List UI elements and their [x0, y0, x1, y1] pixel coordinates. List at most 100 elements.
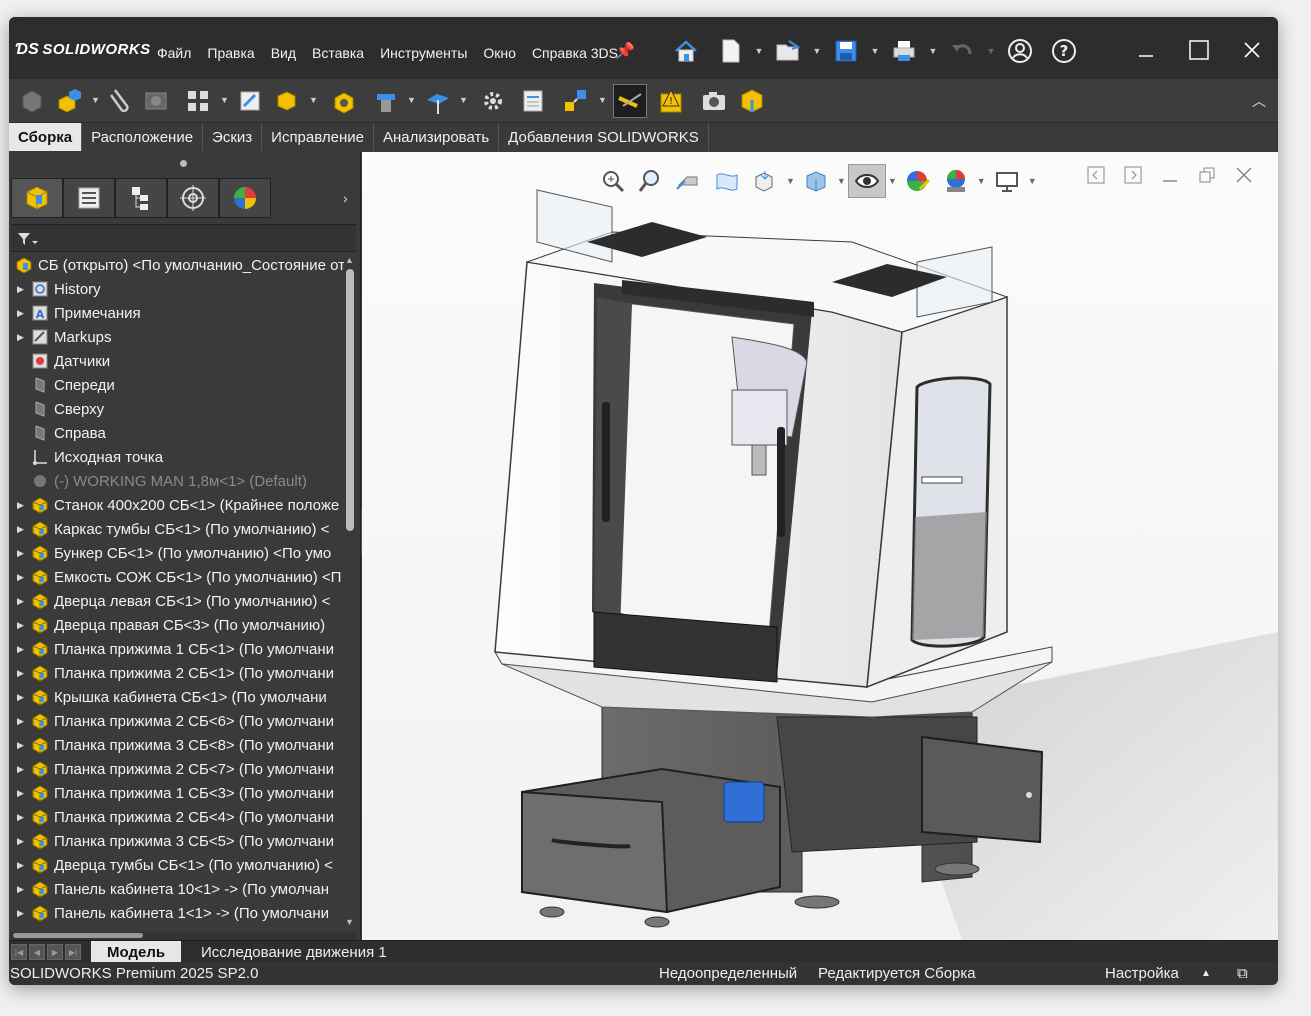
minimize-icon[interactable] — [1119, 31, 1172, 69]
expand-arrow-icon[interactable]: ▶ — [17, 716, 29, 727]
close-icon[interactable] — [1225, 31, 1278, 69]
tree-item[interactable]: ▶ Планка прижима 2 СБ<6> (По умолчани — [11, 709, 345, 733]
solidworks-logo[interactable]: ƊS SOLIDWORKS — [15, 41, 151, 59]
tree-item[interactable]: Датчики — [11, 349, 345, 373]
expand-arrow-icon[interactable]: ▶ — [17, 860, 29, 871]
menu-file[interactable]: Файл — [149, 45, 199, 61]
panel-grip[interactable] — [180, 160, 187, 167]
new-document-icon[interactable] — [708, 33, 752, 69]
tree-item[interactable]: ▶ Планка прижима 3 СБ<8> (По умолчани — [11, 733, 345, 757]
tab-motion-study[interactable]: Исследование движения 1 — [185, 941, 403, 963]
pin-menu-icon[interactable]: 📌 — [615, 41, 635, 61]
tree-item[interactable]: ▶ Панель кабинета 10<1> -> (По умолчан — [11, 877, 345, 901]
assembly-features-icon[interactable] — [369, 84, 403, 118]
expand-arrow-icon[interactable]: ▶ — [17, 500, 29, 511]
prev-tab-icon[interactable]: ◀ — [29, 944, 45, 960]
tree-item[interactable]: ▶ Бункер СБ<1> (По умолчанию) <По умо — [11, 541, 345, 565]
expand-arrow-icon[interactable]: ▶ — [17, 524, 29, 535]
panel-tabs-more-icon[interactable]: › — [343, 190, 348, 206]
open-icon[interactable] — [766, 33, 810, 69]
bill-of-materials-icon[interactable] — [517, 84, 551, 118]
expand-arrow-icon[interactable]: ▶ — [17, 740, 29, 751]
edit-component-icon[interactable] — [15, 84, 49, 118]
insert-components-icon[interactable] — [53, 84, 87, 118]
tab-evaluate[interactable]: Анализировать — [373, 123, 500, 151]
configurationmanager-tab-icon[interactable] — [115, 178, 167, 218]
instant3d-icon[interactable] — [613, 84, 647, 118]
units-dropdown-icon[interactable]: ▲ — [1201, 968, 1211, 979]
refgeom-dropdown-icon[interactable]: ▼ — [459, 95, 468, 105]
tree-root[interactable]: СБ (открыто) <По умолчанию_Состояние от — [11, 253, 345, 277]
display-manager-tab-icon[interactable] — [219, 178, 271, 218]
tab-addins[interactable]: Добавления SOLIDWORKS — [499, 123, 709, 151]
snapshot-icon[interactable] — [697, 84, 731, 118]
tab-layout[interactable]: Расположение — [82, 123, 204, 151]
reference-geometry-icon[interactable] — [421, 84, 455, 118]
scroll-up-icon[interactable]: ▲ — [345, 255, 354, 265]
filter-icon[interactable] — [17, 231, 39, 247]
expand-arrow-icon[interactable]: ▶ — [17, 332, 29, 343]
expand-arrow-icon[interactable]: ▶ — [17, 548, 29, 559]
propertymanager-tab-icon[interactable] — [63, 178, 115, 218]
tree-item[interactable]: ▶ Планка прижима 1 СБ<3> (По умолчани — [11, 781, 345, 805]
tree-item[interactable]: ▶ Markups — [11, 325, 345, 349]
expand-arrow-icon[interactable]: ▶ — [17, 764, 29, 775]
menu-help[interactable]: Справка 3DS — [524, 45, 626, 61]
undo-icon[interactable] — [940, 33, 984, 69]
status-notification-icon[interactable]: ⧉ — [1237, 965, 1248, 982]
tree-item[interactable]: (-) WORKING MAN 1,8м<1> (Default) — [11, 469, 345, 493]
tree-item[interactable]: Спереди — [11, 373, 345, 397]
linear-pattern-icon[interactable] — [181, 84, 215, 118]
tree-item[interactable]: ▶ Планка прижима 2 СБ<1> (По умолчани — [11, 661, 345, 685]
collapse-toolbar-icon[interactable]: ︿ — [1252, 91, 1266, 111]
insert-dropdown-icon[interactable]: ▼ — [91, 95, 100, 105]
tree-item[interactable]: ▶ A Примечания — [11, 301, 345, 325]
tree-item[interactable]: ▶ Планка прижима 2 СБ<7> (По умолчани — [11, 757, 345, 781]
tree-item[interactable]: ▶ Станок 400x200 СБ<1> (Крайнее положе — [11, 493, 345, 517]
smart-fasteners-icon[interactable] — [233, 84, 267, 118]
last-tab-icon[interactable]: ▶| — [65, 944, 81, 960]
expand-arrow-icon[interactable]: ▶ — [17, 836, 29, 847]
large-assembly-icon[interactable] — [735, 84, 769, 118]
tree-item[interactable]: Сверху — [11, 397, 345, 421]
cnc-machine-model[interactable] — [362, 152, 1278, 940]
move-dropdown-icon[interactable]: ▼ — [309, 95, 318, 105]
tree-vertical-scrollbar[interactable]: ▲ ▼ — [344, 253, 357, 931]
help-icon[interactable]: ? — [1042, 33, 1086, 69]
menu-window[interactable]: Окно — [475, 45, 524, 61]
print-dropdown-icon[interactable]: ▼ — [926, 46, 940, 56]
featuremanager-tab-icon[interactable] — [11, 178, 63, 218]
expand-arrow-icon[interactable]: ▶ — [17, 620, 29, 631]
menu-edit[interactable]: Правка — [199, 45, 262, 61]
tree-horizontal-scrollbar[interactable] — [11, 932, 356, 940]
tree-item[interactable]: ▶ Дверца тумбы СБ<1> (По умолчанию) < — [11, 853, 345, 877]
expand-arrow-icon[interactable]: ▶ — [17, 284, 29, 295]
expand-arrow-icon[interactable]: ▶ — [17, 692, 29, 703]
tree-item[interactable]: ▶ Крышка кабинета СБ<1> (По умолчани — [11, 685, 345, 709]
tab-assembly[interactable]: Сборка — [9, 123, 83, 151]
component-preview-icon[interactable] — [139, 84, 173, 118]
first-tab-icon[interactable]: |◀ — [11, 944, 27, 960]
tree-item[interactable]: ▶ Панель кабинета 1<1> -> (По умолчани — [11, 901, 345, 925]
features-dropdown-icon[interactable]: ▼ — [407, 95, 416, 105]
tree-item[interactable]: ▶ Дверца левая СБ<1> (По умолчанию) < — [11, 589, 345, 613]
pattern-dropdown-icon[interactable]: ▼ — [220, 95, 229, 105]
hscroll-thumb[interactable] — [13, 933, 143, 938]
maximize-icon[interactable] — [1172, 31, 1225, 69]
undo-dropdown-icon[interactable]: ▼ — [984, 46, 998, 56]
exploded-dropdown-icon[interactable]: ▼ — [598, 95, 607, 105]
tree-item[interactable]: ▶ Планка прижима 1 СБ<1> (По умолчани — [11, 637, 345, 661]
mate-icon[interactable] — [103, 84, 137, 118]
scroll-down-icon[interactable]: ▼ — [345, 917, 354, 927]
interference-detection-icon[interactable]: ! — [655, 84, 689, 118]
menu-view[interactable]: Вид — [263, 45, 304, 61]
exploded-view-icon[interactable] — [559, 84, 593, 118]
expand-arrow-icon[interactable]: ▶ — [17, 308, 29, 319]
dimxpert-tab-icon[interactable] — [167, 178, 219, 218]
motion-study-icon[interactable] — [476, 84, 510, 118]
tree-item[interactable]: ▶ Планка прижима 2 СБ<4> (По умолчани — [11, 805, 345, 829]
next-tab-icon[interactable]: ▶ — [47, 944, 63, 960]
expand-arrow-icon[interactable]: ▶ — [17, 884, 29, 895]
expand-arrow-icon[interactable]: ▶ — [17, 644, 29, 655]
expand-arrow-icon[interactable]: ▶ — [17, 572, 29, 583]
